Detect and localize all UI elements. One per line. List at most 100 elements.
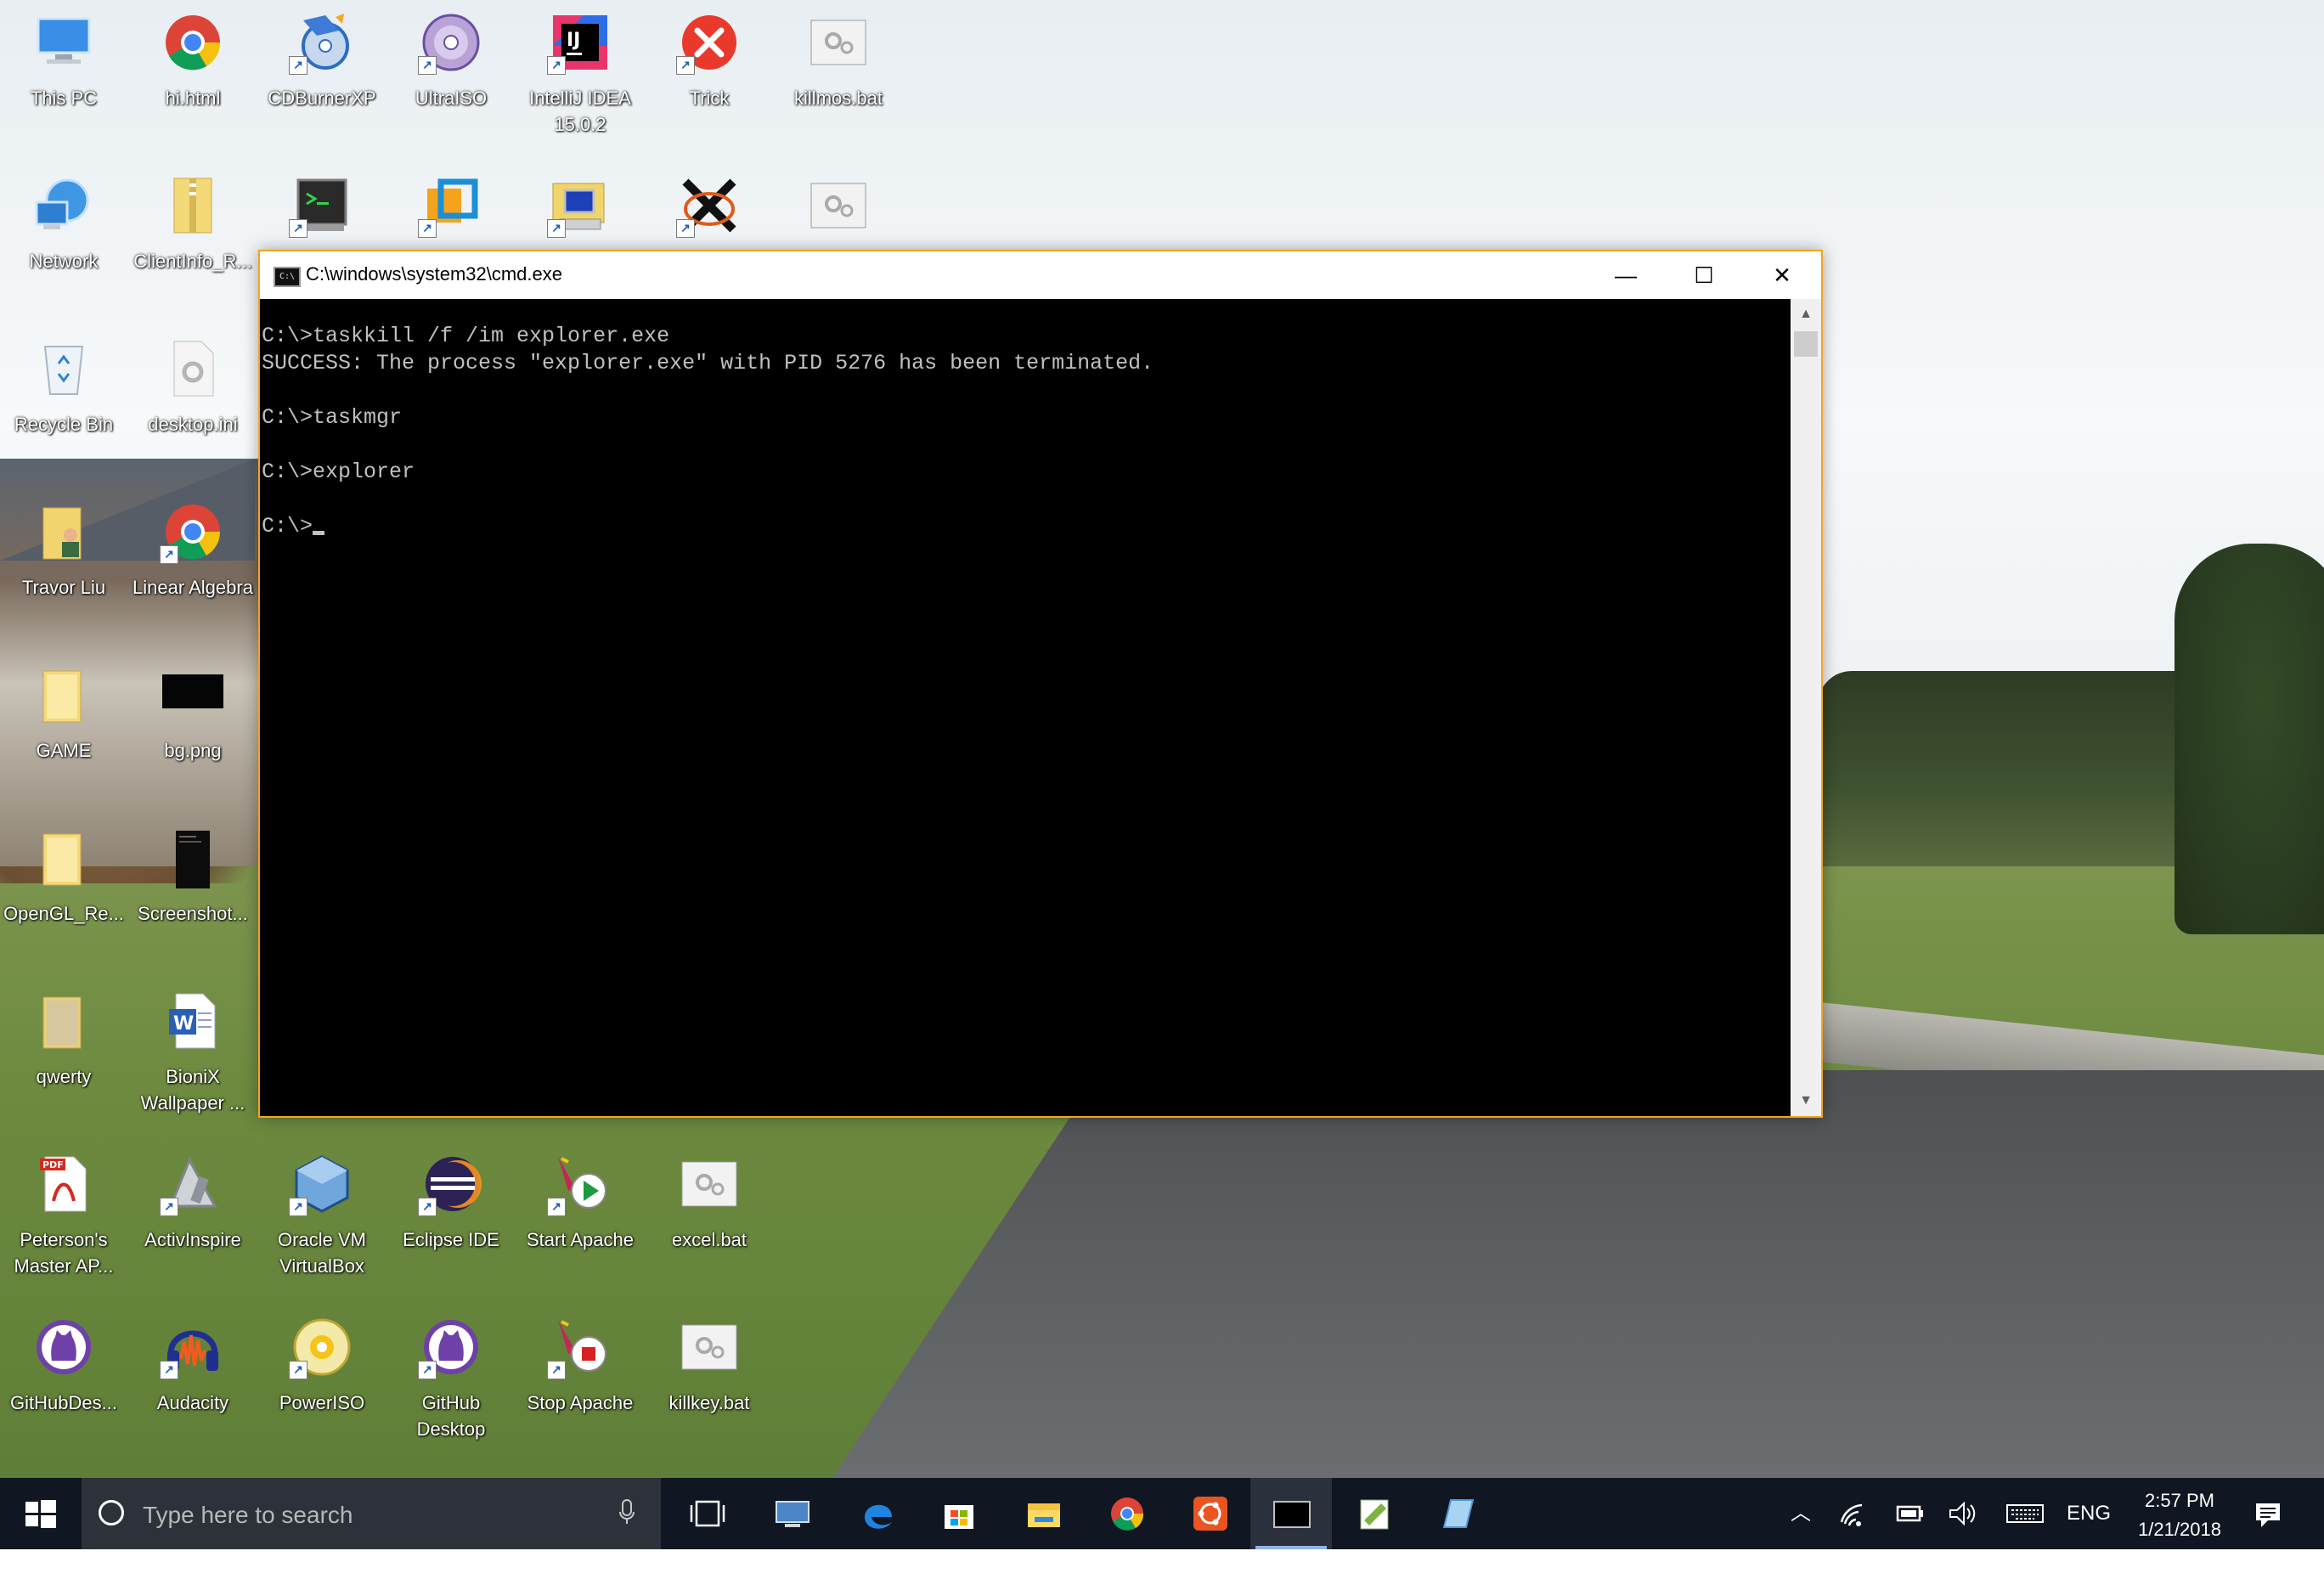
scroll-down-arrow-icon[interactable]: ▼ [1791,1086,1821,1116]
github-icon [37,1320,91,1374]
icon-label: Trick [689,87,730,109]
icon-label: Network [29,251,99,272]
show-hidden-icons-chevron-icon[interactable]: ︿ [1780,1478,1821,1549]
desktop-icon-opengl[interactable]: OpenGL_Re... [0,819,127,972]
chrome-icon [1111,1497,1144,1531]
keyboard-icon[interactable] [2000,1478,2050,1549]
icon-label: CDBurnerXP [268,87,376,109]
desktop-icon-stop-apache[interactable]: ↗ Stop Apache [516,1308,644,1461]
icon-label: Recycle Bin [14,414,114,435]
action-center-icon[interactable] [2242,1478,2293,1549]
desktop-icon-excel-bat[interactable]: excel.bat [646,1145,773,1298]
shortcut-arrow-icon: ↗ [418,219,437,238]
shortcut-arrow-icon: ↗ [547,56,566,75]
desktop-icon-cdburnerxp[interactable]: ↗ CDBurnerXP [258,3,386,156]
desktop-icon-start-apache[interactable]: ↗ Start Apache [516,1145,644,1298]
desktop-icon-killmos[interactable]: killmos.bat [775,3,902,156]
desktop-icon-recycle-bin[interactable]: Recycle Bin [0,330,127,482]
desktop-icon-audacity[interactable]: ↗ Audacity [129,1308,257,1461]
shortcut-arrow-icon: ↗ [289,219,307,238]
shortcut-arrow-icon: ↗ [289,1198,307,1216]
cmd-app-icon[interactable]: C:\ [274,267,301,287]
taskbar-notepad-plus[interactable] [1334,1478,1415,1549]
taskbar-edge[interactable] [836,1478,917,1549]
desktop-icon-bg-png[interactable]: bg.png [129,656,257,809]
icon-label: Screenshot... [138,903,248,924]
shortcut-arrow-icon: ↗ [418,1198,437,1216]
desktop-icon-this-pc[interactable]: This PC [0,3,127,156]
desktop-icon-githubdes[interactable]: GitHubDes... [0,1308,127,1461]
scroll-thumb[interactable] [1794,331,1818,357]
desktop-icon-eclipse[interactable]: ↗ Eclipse IDE [387,1145,515,1298]
cmd-window[interactable]: C:\ C:\windows\system32\cmd.exe — ☐ ✕ C:… [258,250,1823,1118]
maximize-button[interactable]: ☐ [1665,251,1743,299]
desktop-icon-activinspire[interactable]: ↗ ActivInspire [129,1145,257,1298]
shortcut-arrow-icon: ↗ [676,56,695,75]
ubuntu-icon [1193,1497,1227,1531]
taskbar-chrome[interactable] [1086,1478,1167,1549]
battery-icon[interactable] [1886,1478,1933,1549]
desktop-icon-virtualbox[interactable]: ↗ Oracle VM VirtualBox [258,1145,386,1298]
desktop-icon-killkey[interactable]: killkey.bat [646,1308,773,1461]
cmd-icon [1273,1501,1311,1528]
wallpaper-tree [2175,544,2324,934]
desktop-icon-clientinfo[interactable]: ClientInfo_R... [129,166,257,319]
taskbar-app-blue[interactable] [1417,1478,1498,1549]
scroll-up-arrow-icon[interactable]: ▲ [1791,299,1821,330]
taskbar-file-explorer[interactable] [1002,1478,1084,1549]
desktop-icon-qwerty[interactable]: qwerty [0,982,127,1135]
folder-icon [42,670,82,723]
desktop-icon-github-desktop[interactable]: ↗ GitHub Desktop [387,1308,515,1461]
window-title: C:\windows\system32\cmd.exe [306,263,562,285]
desktop-icon-poweriso[interactable]: ↗ PowerISO [258,1308,386,1461]
taskbar-cmd-active[interactable] [1250,1478,1332,1549]
shortcut-arrow-icon: ↗ [418,56,437,75]
minimize-button[interactable]: — [1587,251,1665,299]
microphone-icon[interactable] [618,1498,635,1527]
shortcut-arrow-icon: ↗ [289,1361,307,1379]
console-output[interactable]: C:\>taskkill /f /im explorer.exe SUCCESS… [260,299,1791,1116]
clock[interactable]: 2:57 PM 1/21/2018 [2124,1486,2236,1544]
task-view-button[interactable] [666,1478,747,1549]
zip-folder-icon [173,178,212,234]
desktop-icon-intellij[interactable]: IJ ↗ IntelliJ IDEA 15.0.2 [516,3,644,156]
desktop-icon-ultraiso[interactable]: ↗ UltraISO [387,3,515,156]
icon-label: Travor Liu [21,577,106,598]
icon-label: killkey.bat [668,1392,750,1413]
svg-text:IJ: IJ [567,30,580,51]
start-button[interactable] [0,1478,82,1549]
desktop-icon-game[interactable]: GAME [0,656,127,809]
volume-icon[interactable] [1940,1478,1984,1549]
close-button[interactable]: ✕ [1743,251,1821,299]
shortcut-arrow-icon: ↗ [160,1198,178,1216]
notepad-plus-icon [1360,1499,1389,1530]
desktop-icon-trick[interactable]: ↗ Trick [646,3,773,156]
search-box[interactable]: Type here to search [82,1478,661,1549]
vertical-scrollbar[interactable]: ▲ ▼ [1791,299,1821,1116]
title-bar[interactable]: C:\ C:\windows\system32\cmd.exe — ☐ ✕ [260,251,1821,299]
icon-label: ActivInspire [144,1229,241,1250]
shortcut-arrow-icon: ↗ [547,1361,566,1379]
desktop-icon-network[interactable]: Network [0,166,127,319]
network-globe-icon [35,178,89,229]
taskbar-store[interactable] [917,1478,999,1549]
desktop-icon-bionix[interactable]: W BioniX Wallpaper ... [129,982,257,1135]
search-placeholder: Type here to search [143,1502,353,1528]
pdf-icon: PDF [40,1156,87,1212]
desktop-icon-screenshot[interactable]: Screenshot... [129,819,257,972]
input-language[interactable]: ENG [2061,1478,2117,1549]
windows-logo-icon [25,1500,56,1528]
taskbar-ubuntu[interactable] [1169,1478,1250,1549]
word-document-icon: W [169,993,216,1049]
desktop-icon-desktop-ini[interactable]: desktop.ini [129,330,257,482]
icon-label: Audacity [156,1392,229,1413]
desktop-icon-linear-algebra[interactable]: ↗ Linear Algebra [129,493,257,646]
desktop-icon-hi-html[interactable]: hi.html [129,3,257,156]
icon-label: OpenGL_Re... [3,903,124,924]
icon-label: Peterson's Master AP... [14,1229,114,1277]
console-prompt[interactable]: C:\> [262,514,313,539]
desktop-icon-travor-liu[interactable]: Travor Liu [0,493,127,646]
taskbar-remote-desktop[interactable] [751,1478,832,1549]
desktop-icon-petersons[interactable]: PDF Peterson's Master AP... [0,1145,127,1298]
wifi-icon[interactable] [1831,1478,1872,1549]
